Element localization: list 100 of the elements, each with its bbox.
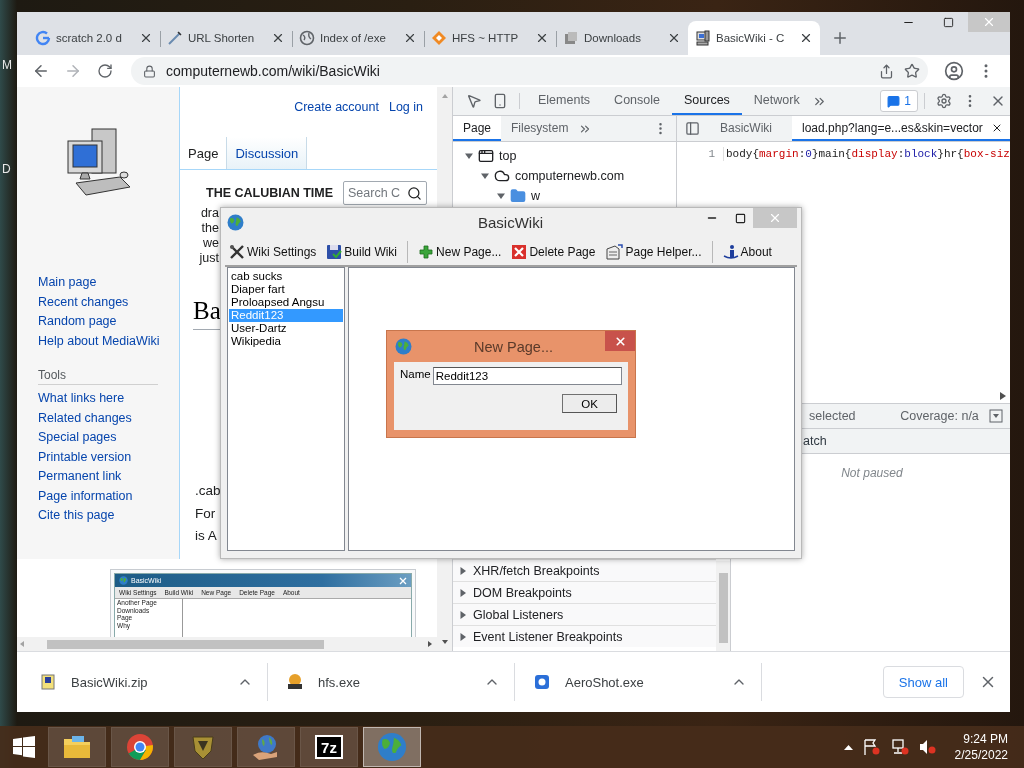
browser-tab[interactable]: URL Shorten <box>160 20 292 55</box>
message-icon <box>887 94 901 108</box>
frame-icon <box>478 148 494 165</box>
name-input[interactable]: Reddit123 <box>432 367 622 385</box>
expand-arrow-icon[interactable] <box>459 566 467 575</box>
wiki-tab[interactable]: Discussion <box>227 137 308 170</box>
toolbar-button[interactable]: About <box>722 244 772 260</box>
vertical-scrollbar[interactable] <box>716 561 730 652</box>
tree-item[interactable]: w <box>453 186 676 207</box>
toolbar-button[interactable]: Wiki Settings <box>229 244 317 260</box>
show-hidden-icons[interactable] <box>843 744 853 750</box>
page-list-item[interactable]: Wikipedia <box>229 335 343 348</box>
browser-tab[interactable]: Index of /exe <box>292 20 424 55</box>
page-list-item[interactable]: cab sucks <box>229 270 343 283</box>
sidebar-link[interactable]: What links here <box>38 389 179 409</box>
chrome-icon <box>126 733 154 761</box>
editor-tab[interactable]: load.php?lang=e...es&skin=vector <box>792 116 1010 142</box>
tree-item[interactable]: computernewb.com <box>453 166 676 187</box>
page-list-item[interactable]: Diaper fart <box>229 283 343 296</box>
dialog-title: New Page... <box>473 338 554 355</box>
search-field[interactable]: Search C <box>343 181 427 206</box>
issues-badge[interactable]: 1 <box>880 90 918 113</box>
breakpoint-section[interactable]: DOM Breakpoints <box>453 581 716 604</box>
sidebar-link[interactable]: Page information <box>38 486 179 507</box>
sidebar-toggle-icon[interactable] <box>685 121 700 137</box>
breakpoint-section[interactable]: Event Listener Breakpoints <box>453 625 716 648</box>
account-link[interactable]: Create account <box>294 100 379 128</box>
taskbar-app[interactable]: 7z <box>300 727 358 767</box>
ok-button[interactable]: OK <box>562 394 617 413</box>
sidebar-link[interactable]: Main page <box>38 273 179 293</box>
devtools-tab[interactable]: Network <box>741 87 812 116</box>
inspect-icon[interactable] <box>466 93 482 110</box>
sidebar-link[interactable]: Related changes <box>38 408 179 429</box>
taskbar-app[interactable] <box>111 727 169 767</box>
sidebar-link[interactable]: Printable version <box>38 447 179 468</box>
globe-icon <box>227 214 244 231</box>
reload-icon[interactable] <box>97 63 113 80</box>
show-all-button[interactable]: Show all <box>882 666 964 699</box>
coverage-toggle-icon[interactable] <box>988 409 1003 424</box>
window-title: BasicWiki <box>477 214 544 231</box>
flag-icon[interactable] <box>862 739 881 755</box>
scroll-right-icon[interactable] <box>998 391 1007 402</box>
breakpoint-section[interactable]: XHR/fetch Breakpoints <box>453 559 716 582</box>
maximize-icon[interactable] <box>734 212 746 224</box>
watch-header[interactable]: atch <box>802 429 1010 455</box>
download-item[interactable]: BasicWiki.zip <box>35 663 268 702</box>
toolbar-button[interactable]: Page Helper... <box>605 244 702 260</box>
intro-text: just <box>199 251 219 267</box>
account-link[interactable]: Log in <box>388 100 423 128</box>
sidebar-link[interactable]: Special pages <box>38 428 179 448</box>
toolbar-button[interactable]: New Page... <box>418 244 502 260</box>
expand-arrow-icon[interactable] <box>459 610 467 619</box>
editor-tab[interactable]: BasicWiki <box>710 116 782 142</box>
expand-arrow-icon[interactable] <box>481 172 489 181</box>
tree-item[interactable]: top <box>453 146 676 167</box>
sidebar-link[interactable]: Recent changes <box>38 292 179 313</box>
navigator-tab[interactable]: Page <box>453 116 502 142</box>
devtools-tab[interactable]: Console <box>602 87 672 116</box>
expand-arrow-icon[interactable] <box>497 192 505 201</box>
network-icon[interactable] <box>890 739 909 755</box>
body-text: For <box>195 504 217 523</box>
sidebar-link[interactable]: Help about MediaWiki <box>38 331 179 352</box>
taskbar-app[interactable] <box>48 727 106 767</box>
expand-arrow-icon[interactable] <box>465 152 473 161</box>
selection-status: selected <box>809 409 856 424</box>
horizontal-scrollbar[interactable] <box>17 637 437 652</box>
devtools-tab[interactable]: Elements <box>526 87 603 116</box>
expand-arrow-icon[interactable] <box>459 632 467 641</box>
sidebar-link[interactable]: Cite this page <box>38 506 179 526</box>
volume-muted-icon[interactable] <box>918 739 937 755</box>
taskbar-app[interactable] <box>174 727 232 767</box>
bookmark-star-icon[interactable] <box>904 63 920 80</box>
toolbar-button[interactable]: Delete Page <box>511 244 596 260</box>
body-text: .cab <box>195 482 222 501</box>
clock[interactable]: 9:24 PM 2/25/2022 <box>954 731 1008 763</box>
browser-tab[interactable]: HFS ~ HTTP <box>424 20 556 55</box>
navigator-tab[interactable]: Filesystem <box>501 116 579 142</box>
page-list-item[interactable]: User-Dartz <box>229 322 343 335</box>
sidebar-link[interactable]: Random page <box>38 312 179 332</box>
share-icon[interactable] <box>879 63 894 79</box>
page-list-item[interactable]: Proloapsed Angsu <box>229 296 343 309</box>
toolbar-button[interactable]: Build Wiki <box>326 244 398 260</box>
sidebar-link[interactable]: Permanent link <box>38 467 179 487</box>
download-item[interactable]: hfs.exe <box>282 663 515 702</box>
taskbar-app[interactable] <box>237 727 295 767</box>
desktop-icon-label[interactable]: M <box>2 58 12 72</box>
desktop-icon-label[interactable]: D <box>2 162 11 176</box>
address-bar[interactable]: computernewb.com/wiki/BasicWiki <box>131 57 928 86</box>
browser-tab[interactable]: Downloads <box>556 20 688 55</box>
browser-tab[interactable]: BasicWiki - C <box>688 20 820 55</box>
maximize-icon[interactable] <box>942 16 954 28</box>
profile-avatar-icon[interactable] <box>944 61 964 82</box>
download-item[interactable]: AeroShot.exe <box>529 663 762 702</box>
expand-arrow-icon[interactable] <box>459 588 467 597</box>
close-button[interactable] <box>605 331 635 351</box>
search-icon[interactable] <box>407 185 422 201</box>
settings-icon[interactable] <box>935 93 952 110</box>
device-toggle-icon[interactable] <box>492 93 508 110</box>
breakpoint-section[interactable]: Global Listeners <box>453 603 716 626</box>
browser-tab[interactable]: scratch 2.0 d <box>28 20 160 55</box>
